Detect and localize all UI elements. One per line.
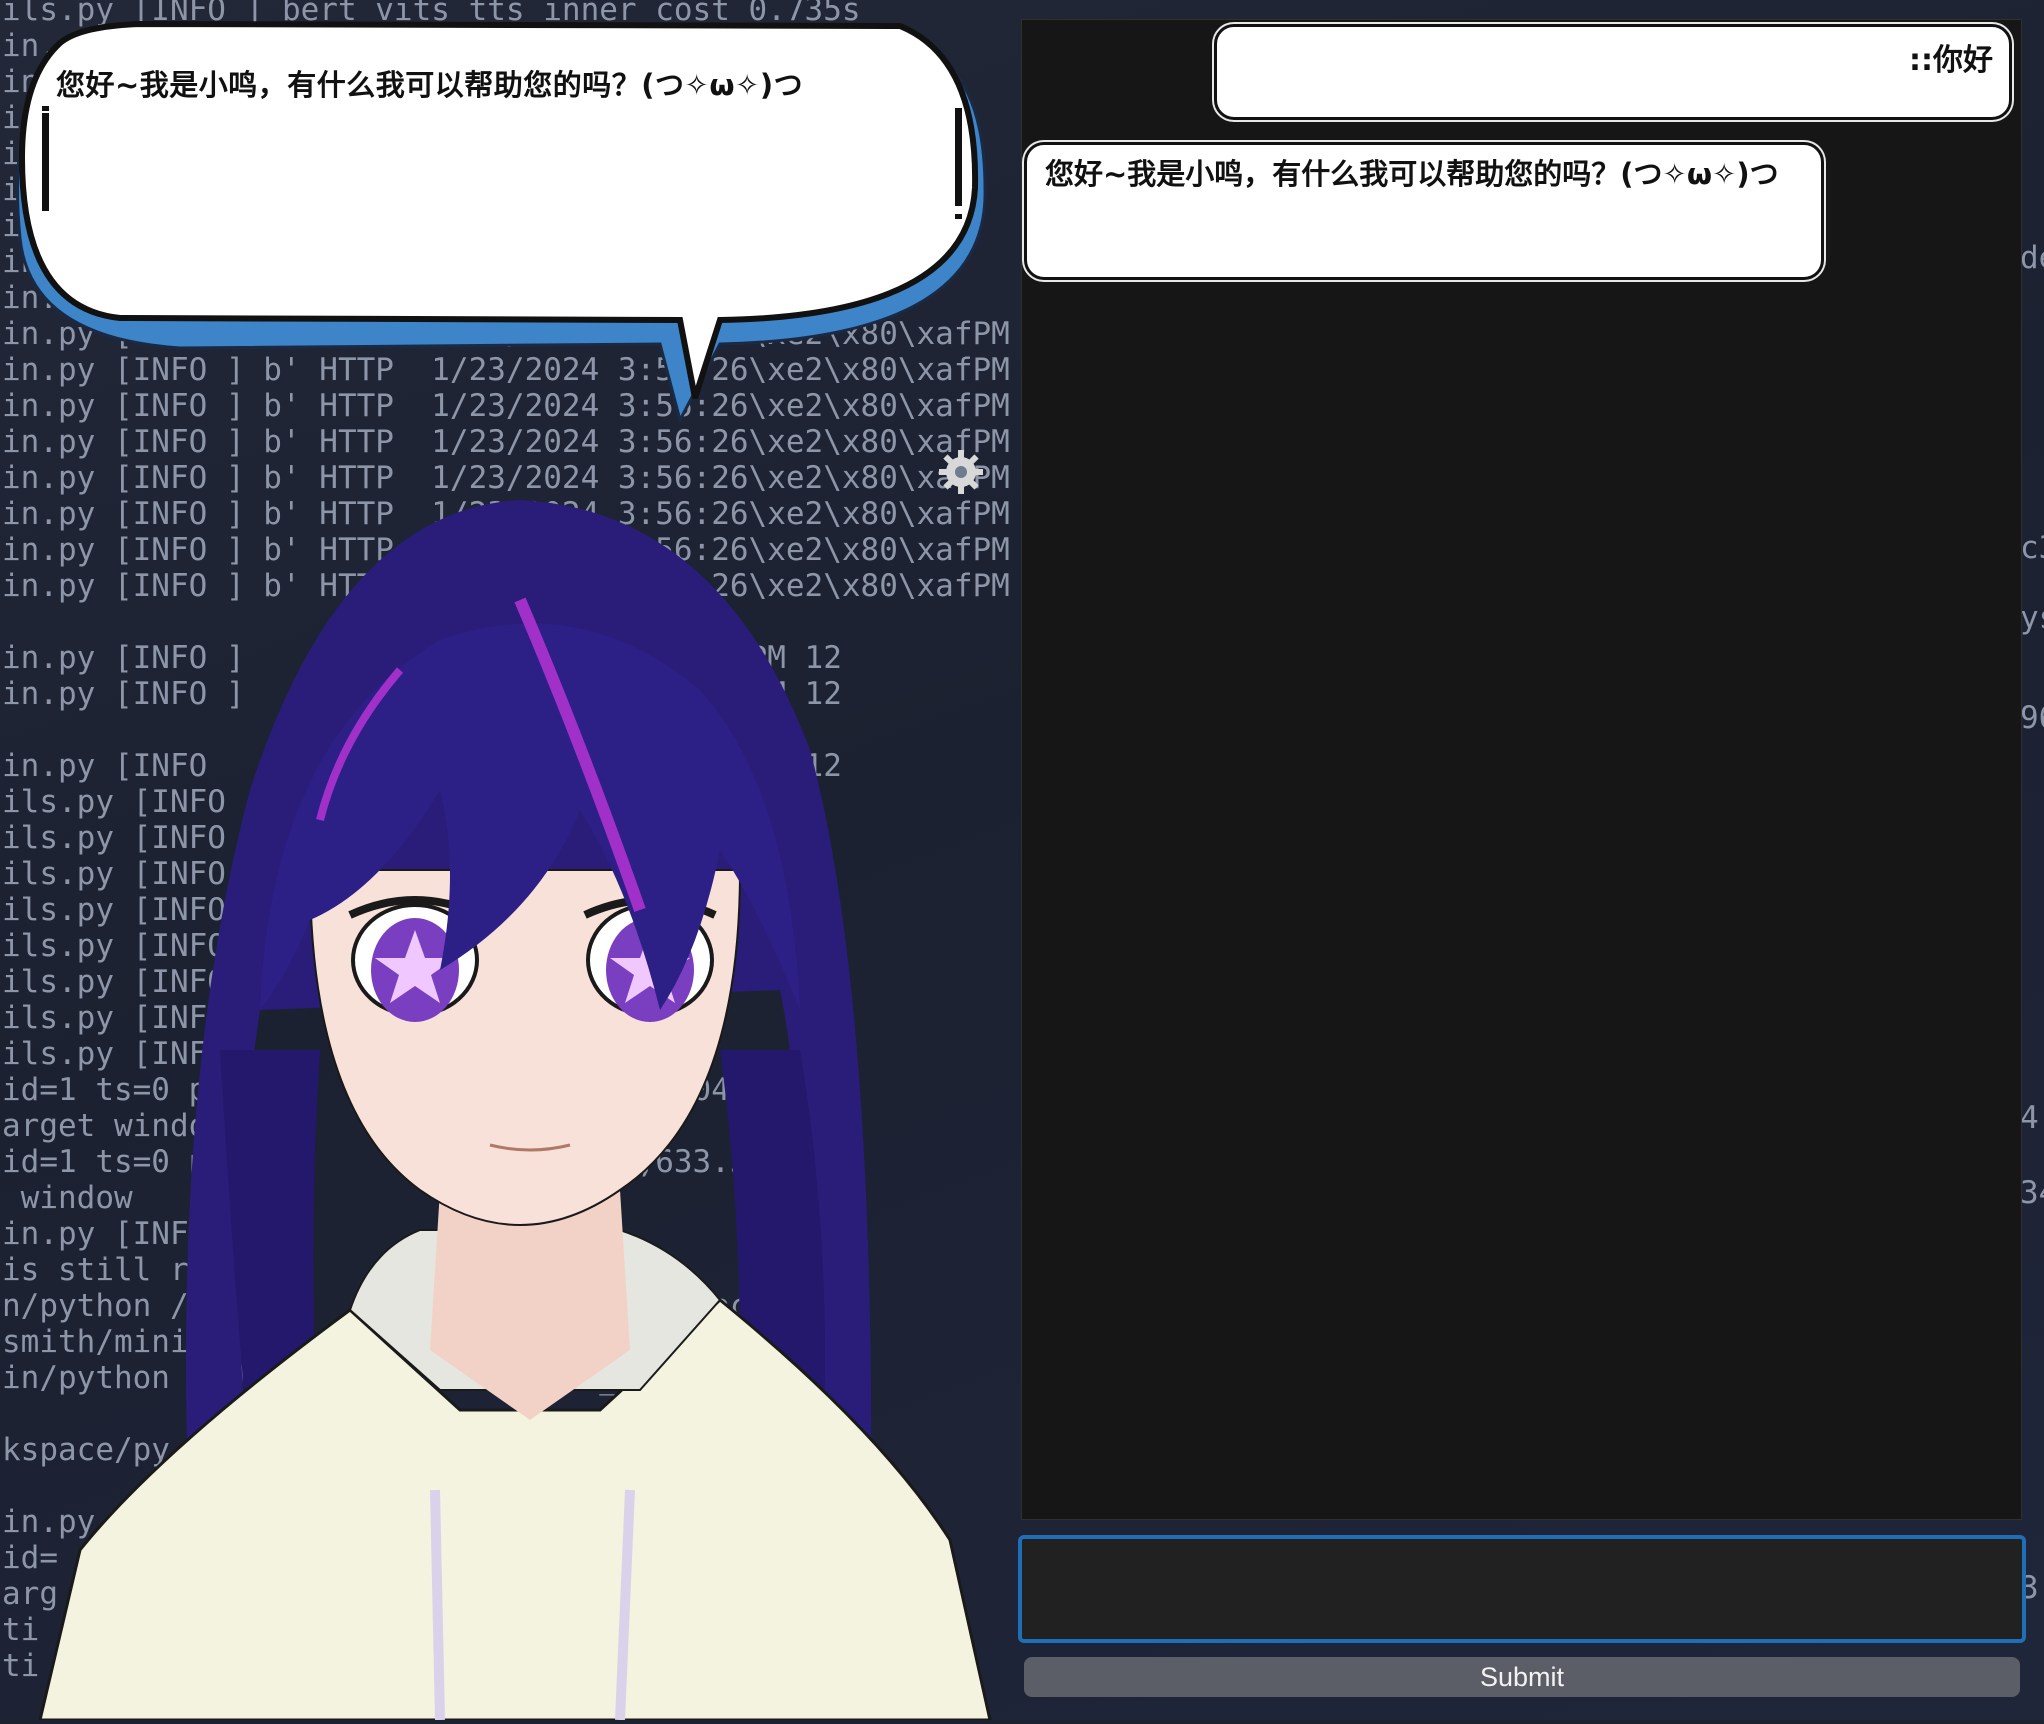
speech-bubble: 您好~我是小鸣，有什么我可以帮助您的吗？(つ✧ω✧)つ bbox=[0, 18, 1000, 438]
assistant-message-bubble: 您好~我是小鸣，有什么我可以帮助您的吗？(つ✧ω✧)つ bbox=[1024, 142, 1824, 280]
assistant-message-text: 您好~我是小鸣，有什么我可以帮助您的吗？(つ✧ω✧)つ bbox=[1045, 157, 1779, 191]
avatar-character bbox=[20, 490, 1000, 1722]
terminal-line-fragment: 96 bbox=[2020, 700, 2044, 736]
terminal-line-fragment: 34 bbox=[2020, 1175, 2044, 1211]
chat-input[interactable] bbox=[1018, 1535, 2026, 1643]
user-message-bubble: ::你好 bbox=[1214, 24, 2012, 120]
terminal-line-fragment: 4. bbox=[2020, 1100, 2044, 1136]
speech-bubble-text: 您好~我是小鸣，有什么我可以帮助您的吗？(つ✧ω✧)つ bbox=[56, 68, 804, 102]
terminal-line-fragment: c3 bbox=[2020, 530, 2044, 566]
user-message-text: ::你好 bbox=[1909, 43, 1993, 78]
terminal-line-fragment: de bbox=[2020, 240, 2044, 276]
terminal-line-fragment: ys bbox=[2020, 600, 2044, 636]
submit-button[interactable]: Submit bbox=[1024, 1657, 2020, 1697]
gear-icon[interactable] bbox=[937, 448, 985, 496]
